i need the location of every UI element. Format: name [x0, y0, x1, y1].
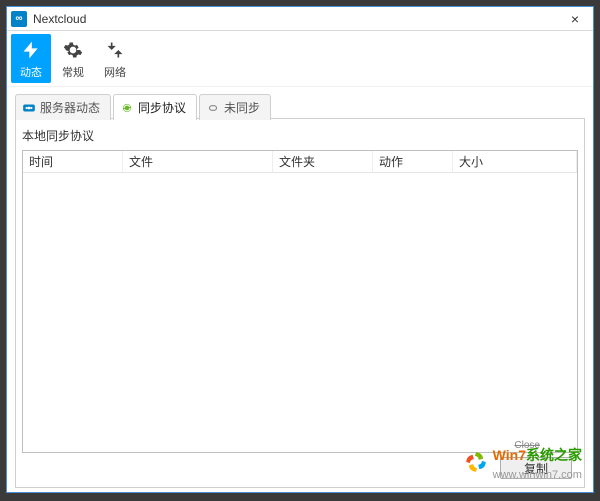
toolbar-general-label: 常规: [62, 64, 84, 80]
tab-not-synced[interactable]: 未同步: [199, 94, 271, 120]
column-header-time[interactable]: 时间: [23, 151, 123, 172]
close-icon: ×: [571, 11, 579, 27]
title-bar: ∞ Nextcloud ×: [7, 7, 593, 31]
network-icon: [103, 38, 127, 62]
column-header-action[interactable]: 动作: [373, 151, 453, 172]
tab-sync-protocol[interactable]: 同步协议: [113, 94, 197, 120]
tab-panel: 本地同步协议 时间 文件 文件夹 动作 大小 复制: [15, 118, 585, 488]
toolbar-general-button[interactable]: 常规: [53, 34, 93, 83]
cloud-icon: [22, 101, 36, 115]
watermark: Win7系统之家 www.winwin7.com: [463, 445, 582, 481]
watermark-text-1: Win7: [493, 447, 526, 463]
column-header-file[interactable]: 文件: [123, 151, 273, 172]
column-header-folder[interactable]: 文件夹: [273, 151, 373, 172]
main-toolbar: 动态 常规 网络: [7, 31, 593, 87]
tab-bar: 服务器动态 同步协议 未同步: [15, 93, 585, 119]
watermark-text-2: 系统之家: [526, 447, 582, 463]
column-header-size[interactable]: 大小: [453, 151, 577, 172]
windows-logo-icon: [463, 449, 489, 478]
table-body: [23, 173, 577, 452]
section-label: 本地同步协议: [22, 127, 578, 144]
toolbar-activity-label: 动态: [20, 64, 42, 80]
content-area: 服务器动态 同步协议 未同步 本地同步协议: [7, 87, 593, 492]
bolt-icon: [19, 38, 43, 62]
watermark-site: www.winwin7.com: [493, 469, 582, 481]
toolbar-network-button[interactable]: 网络: [95, 34, 135, 83]
gear-icon: [61, 38, 85, 62]
tab-sync-protocol-label: 同步协议: [138, 99, 186, 116]
tab-server-status-label: 服务器动态: [40, 99, 100, 116]
toolbar-network-label: 网络: [104, 64, 126, 80]
window-title: Nextcloud: [33, 12, 86, 26]
sync-log-table[interactable]: 时间 文件 文件夹 动作 大小: [22, 150, 578, 453]
table-header: 时间 文件 文件夹 动作 大小: [23, 151, 577, 173]
window-close-button[interactable]: ×: [561, 7, 589, 30]
tab-not-synced-label: 未同步: [224, 99, 260, 116]
link-icon: [206, 101, 220, 115]
sync-icon: [120, 101, 134, 115]
tab-server-status[interactable]: 服务器动态: [15, 94, 111, 120]
toolbar-activity-button[interactable]: 动态: [11, 34, 51, 83]
app-window: ∞ Nextcloud × 动态 常规: [6, 6, 594, 493]
app-icon: ∞: [11, 11, 27, 27]
